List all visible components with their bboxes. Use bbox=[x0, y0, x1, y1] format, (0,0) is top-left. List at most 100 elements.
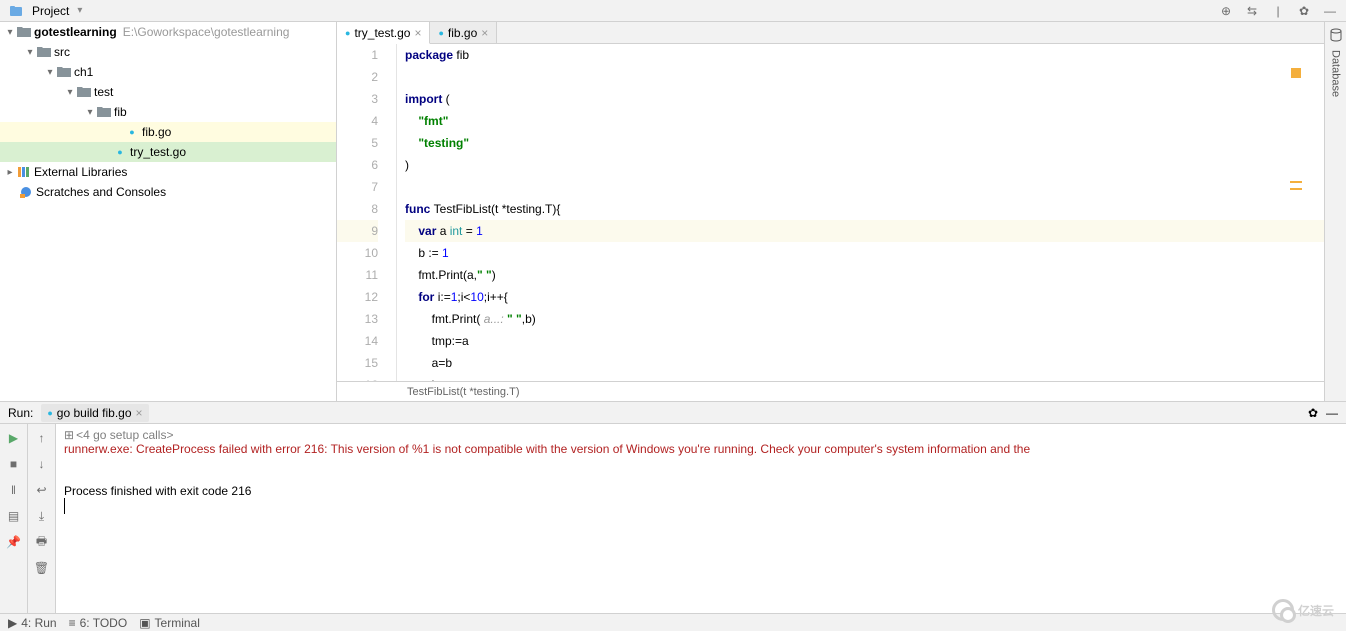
close-icon[interactable]: × bbox=[414, 26, 421, 40]
chevron-down-icon[interactable]: ▾ bbox=[4, 27, 16, 38]
warning-marker[interactable] bbox=[1291, 68, 1301, 78]
project-icon bbox=[6, 1, 26, 21]
code-line[interactable]: package fib bbox=[405, 44, 1324, 66]
tree-file-try-test[interactable]: ● try_test.go bbox=[0, 142, 336, 162]
rerun-icon[interactable]: ▶ bbox=[4, 428, 24, 448]
folder-icon bbox=[36, 44, 52, 60]
editor-tabs: ● try_test.go × ● fib.go × bbox=[337, 22, 1324, 44]
run-tab[interactable]: ● go build fib.go × bbox=[41, 404, 148, 422]
chevron-down-icon[interactable]: ▾ bbox=[84, 107, 96, 118]
line-number: 3 bbox=[337, 88, 378, 110]
go-test-icon: ● bbox=[112, 144, 128, 160]
code-line[interactable]: "fmt" bbox=[405, 110, 1324, 132]
bottom-run-label: 4: Run bbox=[21, 616, 56, 630]
stop-icon[interactable]: ■ bbox=[4, 454, 24, 474]
code-line[interactable]: b=tmp+a bbox=[405, 374, 1324, 381]
divider-icon: | bbox=[1268, 1, 1288, 21]
editor-code[interactable]: package fib import ( "fmt" "testing") fu… bbox=[397, 44, 1324, 381]
chevron-down-icon[interactable]: ▾ bbox=[24, 47, 36, 58]
tree-folder-ch1[interactable]: ▾ ch1 bbox=[0, 62, 336, 82]
breadcrumb[interactable]: TestFibList(t *testing.T) bbox=[337, 381, 1324, 401]
hide-icon[interactable]: — bbox=[1326, 406, 1338, 420]
code-line[interactable] bbox=[405, 66, 1324, 88]
chevron-down-icon[interactable]: ▾ bbox=[64, 87, 76, 98]
bottom-tool-bar: ▶ 4: Run ≡ 6: TODO ▣ Terminal bbox=[0, 613, 1346, 631]
warning-line-marker[interactable] bbox=[1290, 181, 1302, 183]
code-line[interactable] bbox=[405, 176, 1324, 198]
project-path: E:\Goworkspace\gotestlearning bbox=[123, 25, 290, 39]
close-icon[interactable]: × bbox=[481, 26, 488, 40]
go-file-icon: ● bbox=[47, 408, 52, 418]
database-icon[interactable] bbox=[1329, 28, 1343, 42]
run-label: Run: bbox=[8, 406, 33, 420]
tree-external-libraries[interactable]: ▸ External Libraries bbox=[0, 162, 336, 182]
bottom-terminal-label: Terminal bbox=[155, 616, 200, 630]
tree-folder-fib[interactable]: ▾ fib bbox=[0, 102, 336, 122]
tree-file-fib[interactable]: ● fib.go bbox=[0, 122, 336, 142]
bottom-terminal[interactable]: ▣ Terminal bbox=[139, 616, 200, 630]
pause-icon[interactable]: ‖ bbox=[4, 480, 24, 500]
settings-icon[interactable]: ✿ bbox=[1308, 406, 1318, 420]
code-line[interactable]: fmt.Print(a," ") bbox=[405, 264, 1324, 286]
tree-scratches[interactable]: Scratches and Consoles bbox=[0, 182, 336, 202]
code-line[interactable]: var a int = 1 bbox=[405, 220, 1324, 242]
project-toolbar: Project ▾ ⊕ ⇆ | ✿ — bbox=[0, 0, 1346, 22]
down-icon[interactable]: ↓ bbox=[32, 454, 52, 474]
print-icon[interactable]: 🖶 bbox=[32, 532, 52, 552]
line-number: 15 bbox=[337, 352, 378, 374]
chevron-down-icon[interactable]: ▾ bbox=[44, 67, 56, 78]
line-number: 11 bbox=[337, 264, 378, 286]
run-header: Run: ● go build fib.go × ✿ — bbox=[0, 402, 1346, 424]
code-line[interactable]: func TestFibList(t *testing.T){ bbox=[405, 198, 1324, 220]
database-tool[interactable]: Database bbox=[1328, 42, 1344, 105]
layout-icon[interactable]: ▤ bbox=[4, 506, 24, 526]
project-name: gotestlearning bbox=[34, 25, 117, 39]
chevron-right-icon[interactable]: ▸ bbox=[4, 167, 16, 178]
line-number: 2 bbox=[337, 66, 378, 88]
tab-fib[interactable]: ● fib.go × bbox=[430, 22, 497, 43]
tree-label: ch1 bbox=[74, 65, 93, 79]
tab-label: fib.go bbox=[448, 26, 477, 40]
tab-try-test[interactable]: ● try_test.go × bbox=[337, 22, 430, 44]
tree-label: src bbox=[54, 45, 70, 59]
editor-body[interactable]: 12345678910111213141516 package fib impo… bbox=[337, 44, 1324, 381]
folder-icon bbox=[76, 84, 92, 100]
project-tree[interactable]: ▾ gotestlearning E:\Goworkspace\gotestle… bbox=[0, 22, 337, 401]
line-number: 14 bbox=[337, 330, 378, 352]
locate-icon[interactable]: ⊕ bbox=[1216, 1, 1236, 21]
fold-icon[interactable]: ⊞ bbox=[64, 428, 74, 442]
go-test-icon: ● bbox=[345, 28, 350, 38]
code-line[interactable]: a=b bbox=[405, 352, 1324, 374]
trash-icon[interactable]: 🗑 bbox=[32, 558, 52, 578]
wrap-icon[interactable]: ↩ bbox=[32, 480, 52, 500]
hide-icon[interactable]: — bbox=[1320, 1, 1340, 21]
close-icon[interactable]: × bbox=[136, 406, 143, 420]
code-line[interactable]: "testing" bbox=[405, 132, 1324, 154]
scroll-icon[interactable]: ⤓ bbox=[32, 506, 52, 526]
line-number: 4 bbox=[337, 110, 378, 132]
settings-icon[interactable]: ✿ bbox=[1294, 1, 1314, 21]
dropdown-icon[interactable]: ▾ bbox=[77, 5, 82, 16]
tree-folder-src[interactable]: ▾ src bbox=[0, 42, 336, 62]
line-number: 7 bbox=[337, 176, 378, 198]
expand-icon[interactable]: ⇆ bbox=[1242, 1, 1262, 21]
tree-root[interactable]: ▾ gotestlearning E:\Goworkspace\gotestle… bbox=[0, 22, 336, 42]
code-line[interactable]: b := 1 bbox=[405, 242, 1324, 264]
code-line[interactable]: for i:=1;i<10;i++{ bbox=[405, 286, 1324, 308]
line-number: 12 bbox=[337, 286, 378, 308]
run-side-toolbar-2: ↑ ↓ ↩ ⤓ 🖶 🗑 bbox=[28, 424, 56, 613]
up-icon[interactable]: ↑ bbox=[32, 428, 52, 448]
folder-icon bbox=[16, 24, 32, 40]
code-line[interactable]: import ( bbox=[405, 88, 1324, 110]
console-exit-line: Process finished with exit code 216 bbox=[64, 484, 1338, 498]
warning-line-marker[interactable] bbox=[1290, 188, 1302, 190]
code-line[interactable]: tmp:=a bbox=[405, 330, 1324, 352]
editor-gutter: 12345678910111213141516 bbox=[337, 44, 397, 381]
bottom-todo[interactable]: ≡ 6: TODO bbox=[69, 616, 128, 630]
code-line[interactable]: fmt.Print( a...: " ",b) bbox=[405, 308, 1324, 330]
console-output[interactable]: ⊞<4 go setup calls> runnerw.exe: CreateP… bbox=[56, 424, 1346, 613]
code-line[interactable]: ) bbox=[405, 154, 1324, 176]
tree-folder-test[interactable]: ▾ test bbox=[0, 82, 336, 102]
pin-icon[interactable]: 📌 bbox=[4, 532, 24, 552]
bottom-run[interactable]: ▶ 4: Run bbox=[8, 616, 57, 630]
